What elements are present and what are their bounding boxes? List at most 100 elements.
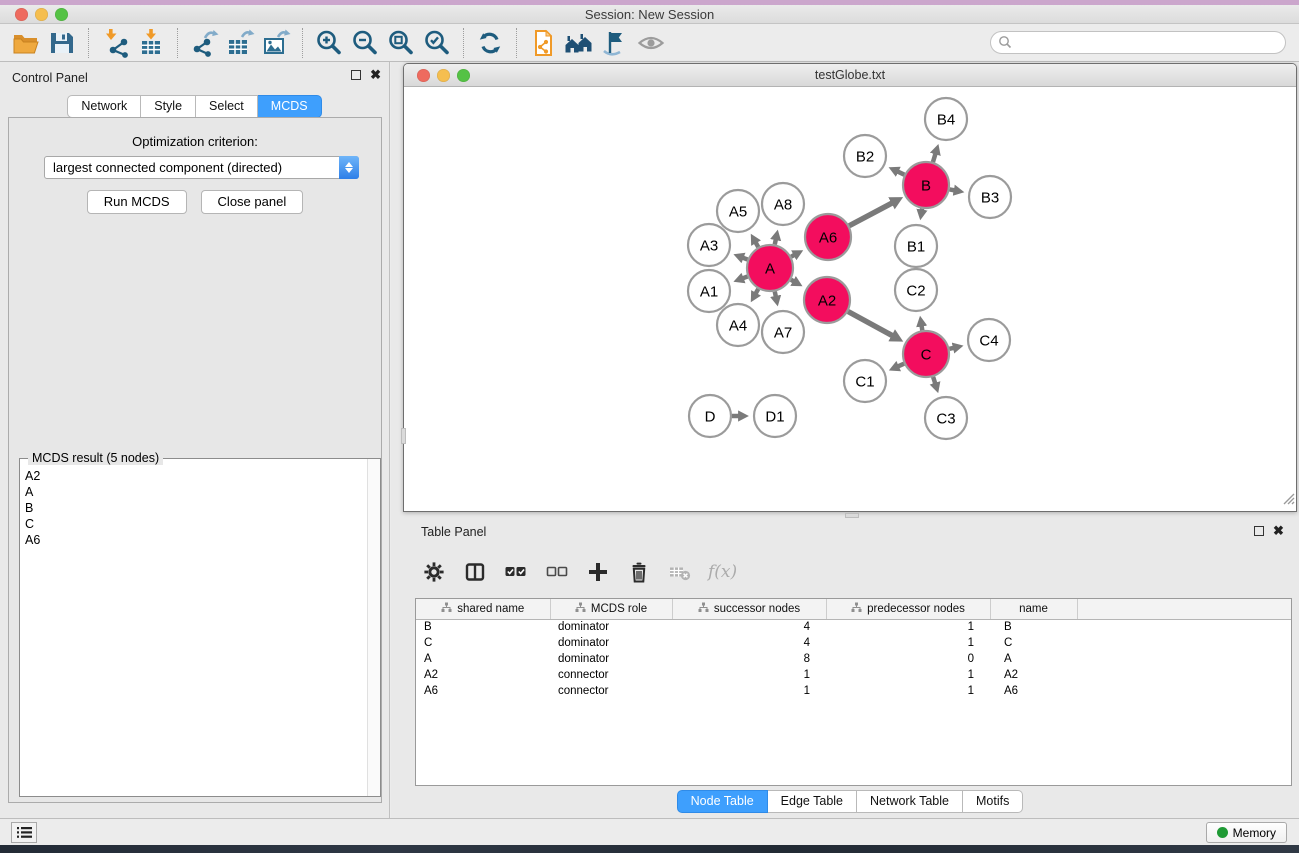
graph-node-A1[interactable]: A1 [688,270,730,312]
add-column-icon[interactable] [585,559,611,585]
tab-motifs[interactable]: Motifs [963,790,1023,813]
edge-C-C4[interactable] [949,348,953,349]
edge-A-A6[interactable] [791,255,794,257]
zoom-selected-icon[interactable] [419,26,455,60]
edge-C-C1[interactable] [898,364,904,367]
graph-node-A5[interactable]: A5 [717,190,759,232]
mcds-result-item[interactable]: B [25,500,366,516]
import-network-icon[interactable] [97,26,133,60]
edge-B-B3[interactable] [950,189,955,190]
show-columns-icon[interactable] [462,559,488,585]
column-header-name[interactable]: name [990,599,1077,619]
column-header-MCDS-role[interactable]: MCDS role [550,599,672,619]
cell-successor-nodes[interactable]: 1 [672,683,826,699]
cell-successor-nodes[interactable]: 4 [672,635,826,651]
edge-B-B4[interactable] [933,153,936,162]
hide-graphics-details-icon[interactable] [597,26,633,60]
select-all-icon[interactable] [503,559,529,585]
graph-node-A2[interactable]: A2 [804,277,850,323]
edge-B-B2[interactable] [898,171,905,174]
tab-node-table[interactable]: Node Table [677,790,768,813]
tab-edge-table[interactable]: Edge Table [768,790,857,813]
zoom-out-icon[interactable] [347,26,383,60]
mcds-result-item[interactable]: A2 [25,468,366,484]
tab-style[interactable]: Style [141,95,196,118]
graph-node-B4[interactable]: B4 [925,98,967,140]
graph-node-C[interactable]: C [903,331,949,377]
graph-node-B[interactable]: B [903,162,949,208]
tab-mcds[interactable]: MCDS [258,95,322,118]
edge-A-A5[interactable] [756,242,759,247]
graph-node-A3[interactable]: A3 [688,224,730,266]
graph-node-B3[interactable]: B3 [969,176,1011,218]
scrollbar-track[interactable] [367,459,380,796]
float-panel-icon[interactable] [1254,526,1264,536]
float-panel-icon[interactable] [351,70,361,80]
criterion-dropdown[interactable]: largest connected component (directed) [44,156,359,179]
edge-A2-C[interactable] [848,311,893,335]
close-panel-button[interactable]: Close panel [201,190,304,214]
tab-select[interactable]: Select [196,95,258,118]
network-from-selection-icon[interactable] [525,26,561,60]
graph-node-D1[interactable]: D1 [754,395,796,437]
graph-node-A6[interactable]: A6 [805,214,851,260]
cell-MCDS-role[interactable]: connector [550,667,672,683]
splitter-handle[interactable] [401,428,406,444]
resize-grip-icon[interactable] [1282,492,1295,510]
delete-column-icon[interactable] [626,559,652,585]
run-mcds-button[interactable]: Run MCDS [87,190,187,214]
export-network-icon[interactable] [186,26,222,60]
edge-A-A7[interactable] [775,292,776,297]
search-input[interactable] [990,31,1286,54]
cell-name[interactable]: C [990,635,1077,651]
graph-node-C2[interactable]: C2 [895,269,937,311]
task-history-button[interactable] [11,822,37,843]
cell-MCDS-role[interactable]: dominator [550,651,672,667]
graph-node-D[interactable]: D [689,395,731,437]
mcds-result-item[interactable]: A [25,484,366,500]
edge-C-C2[interactable] [922,326,923,331]
close-panel-icon[interactable]: ✖ [370,70,381,80]
table-row[interactable]: Adominator80A [416,651,1291,667]
cell-predecessor-nodes[interactable]: 1 [826,619,990,635]
export-table-icon[interactable] [222,26,258,60]
graph-node-C3[interactable]: C3 [925,397,967,439]
splitter-handle[interactable] [845,513,859,518]
tab-network[interactable]: Network [67,95,141,118]
column-header-predecessor-nodes[interactable]: predecessor nodes [826,599,990,619]
table-row[interactable]: A6connector11A6 [416,683,1291,699]
table-row[interactable]: Bdominator41B [416,619,1291,635]
edge-A6-B[interactable] [849,203,892,226]
network-window-titlebar[interactable]: testGlobe.txt [404,64,1296,87]
import-table-icon[interactable] [133,26,169,60]
export-image-icon[interactable] [258,26,294,60]
cell-successor-nodes[interactable]: 8 [672,651,826,667]
edge-A-A4[interactable] [756,289,759,294]
deselect-all-icon[interactable] [544,559,570,585]
memory-button[interactable]: Memory [1206,822,1287,843]
cell-MCDS-role[interactable]: dominator [550,619,672,635]
edge-A-A3[interactable] [743,258,748,260]
edge-A-A2[interactable] [791,280,794,282]
zoom-fit-icon[interactable] [383,26,419,60]
cell-predecessor-nodes[interactable]: 0 [826,651,990,667]
cell-predecessor-nodes[interactable]: 1 [826,683,990,699]
cell-successor-nodes[interactable]: 1 [672,667,826,683]
edge-A-A1[interactable] [743,276,748,278]
graph-node-A7[interactable]: A7 [762,311,804,353]
cell-name[interactable]: A2 [990,667,1077,683]
network-canvas[interactable]: AA1A2A3A4A5A6A7A8BB1B2B3B4CC1C2C3C4DD1 [404,87,1296,511]
show-graphics-details-icon[interactable] [633,26,669,60]
graph-node-C4[interactable]: C4 [968,319,1010,361]
graph-node-C1[interactable]: C1 [844,360,886,402]
cell-MCDS-role[interactable]: connector [550,683,672,699]
cell-shared-name[interactable]: A6 [416,683,550,699]
cell-name[interactable]: A6 [990,683,1077,699]
mcds-result-item[interactable]: C [25,516,366,532]
cell-shared-name[interactable]: B [416,619,550,635]
cell-name[interactable]: A [990,651,1077,667]
cell-shared-name[interactable]: A [416,651,550,667]
first-neighbors-icon[interactable] [561,26,597,60]
graph-node-A4[interactable]: A4 [717,304,759,346]
column-header-successor-nodes[interactable]: successor nodes [672,599,826,619]
